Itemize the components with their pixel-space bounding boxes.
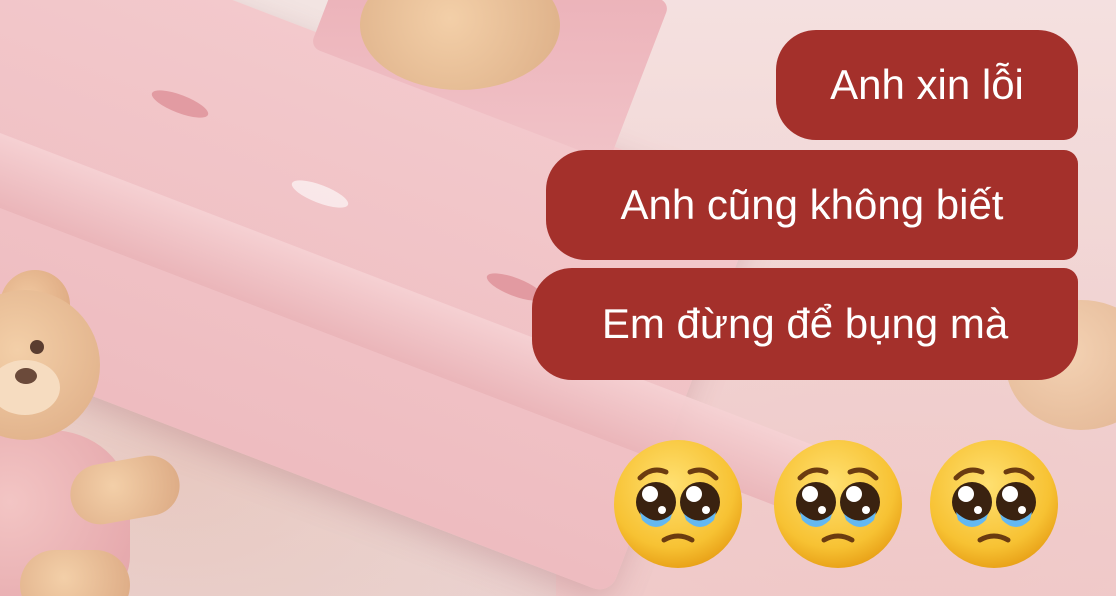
message-bubble[interactable]: Anh xin lỗi [776, 30, 1078, 140]
message-bubble[interactable]: Anh cũng không biết [546, 150, 1078, 260]
emoji-message[interactable] [610, 436, 1068, 572]
pleading-face-emoji-icon [930, 440, 1058, 568]
pleading-face-emoji-icon [774, 440, 902, 568]
teddy-bear [0, 260, 210, 596]
message-text: Anh cũng không biết [620, 181, 1004, 228]
message-text: Em đừng để bụng mà [601, 300, 1009, 347]
teddy-bear-nose [15, 368, 37, 384]
teddy-bear-eye [30, 340, 44, 354]
message-bubble[interactable]: Em đừng để bụng mà [532, 268, 1078, 380]
pleading-face-emoji-icon [614, 440, 742, 568]
message-thread: Anh xin lỗi Anh cũng không biết Em đừng … [532, 0, 1098, 596]
message-text: Anh xin lỗi [830, 61, 1024, 108]
teddy-bear-leg [20, 550, 130, 596]
